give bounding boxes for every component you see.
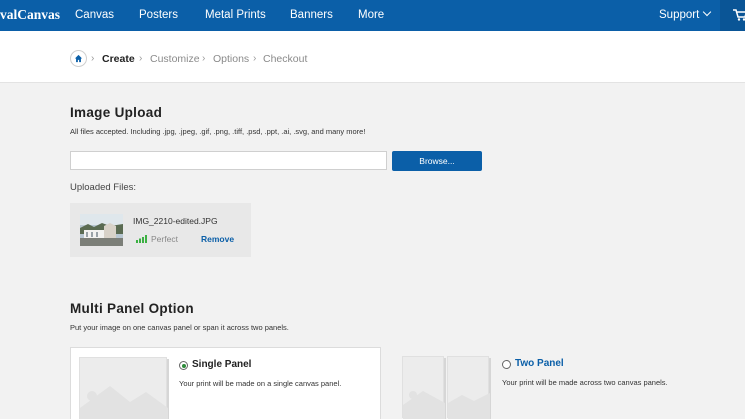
uploaded-file-card: IMG_2210-edited.JPG Perfect Remove (70, 203, 251, 257)
panel-preview-image (447, 356, 490, 419)
remove-file-link[interactable]: Remove (201, 234, 234, 244)
breadcrumb-separator: › (91, 53, 95, 64)
single-panel-option[interactable]: Single Panel Your print will be made on … (70, 347, 381, 419)
support-menu[interactable]: Support (659, 7, 712, 21)
single-panel-radio[interactable] (179, 361, 188, 370)
breadcrumb-options[interactable]: Options (213, 53, 249, 65)
breadcrumb-customize[interactable]: Customize (150, 53, 200, 65)
multi-panel-subtitle: Put your image on one canvas panel or sp… (70, 323, 289, 332)
breadcrumb: › Create › Customize › Options › Checkou… (0, 31, 745, 83)
site-logo[interactable]: valCanvas (0, 7, 60, 23)
two-panel-desc: Your print will be made across two canva… (502, 378, 668, 387)
nav-item-banners[interactable]: Banners (290, 9, 333, 21)
panel-preview-image (402, 356, 445, 419)
nav-item-more[interactable]: More (358, 9, 384, 21)
panel-preview-image (79, 357, 168, 419)
file-thumbnail (80, 214, 123, 246)
image-upload-subtitle: All files accepted. Including .jpg, .jpe… (70, 127, 366, 136)
nav-item-canvas[interactable]: Canvas (75, 9, 114, 21)
support-label: Support (659, 9, 700, 21)
image-upload-title: Image Upload (70, 105, 163, 120)
two-panel-radio[interactable] (502, 360, 511, 369)
cart-icon (733, 9, 745, 21)
file-name: IMG_2210-edited.JPG (133, 216, 218, 226)
cart-button[interactable] (720, 0, 745, 31)
chevron-down-icon (703, 7, 712, 17)
browse-button[interactable]: Browse... (392, 151, 482, 171)
file-path-input[interactable] (70, 151, 387, 170)
top-nav: valCanvas Canvas Posters Metal Prints Ba… (0, 0, 745, 31)
home-button[interactable] (70, 50, 87, 67)
quality-status: Perfect (151, 234, 178, 244)
breadcrumb-checkout[interactable]: Checkout (263, 53, 307, 65)
uploaded-files-label: Uploaded Files: (70, 182, 137, 193)
signal-strength-icon (136, 235, 147, 243)
breadcrumb-separator: › (139, 53, 143, 64)
breadcrumb-separator: › (253, 53, 257, 64)
home-icon (74, 54, 83, 63)
nav-item-metal-prints[interactable]: Metal Prints (205, 9, 266, 21)
two-panel-label: Two Panel (515, 358, 564, 369)
breadcrumb-create[interactable]: Create (102, 53, 135, 65)
single-panel-label: Single Panel (192, 359, 252, 370)
breadcrumb-separator: › (202, 53, 206, 64)
multi-panel-title: Multi Panel Option (70, 301, 194, 316)
single-panel-desc: Your print will be made on a single canv… (179, 379, 342, 388)
two-panel-option[interactable]: Two Panel Your print will be made across… (392, 347, 732, 419)
nav-item-posters[interactable]: Posters (139, 9, 178, 21)
